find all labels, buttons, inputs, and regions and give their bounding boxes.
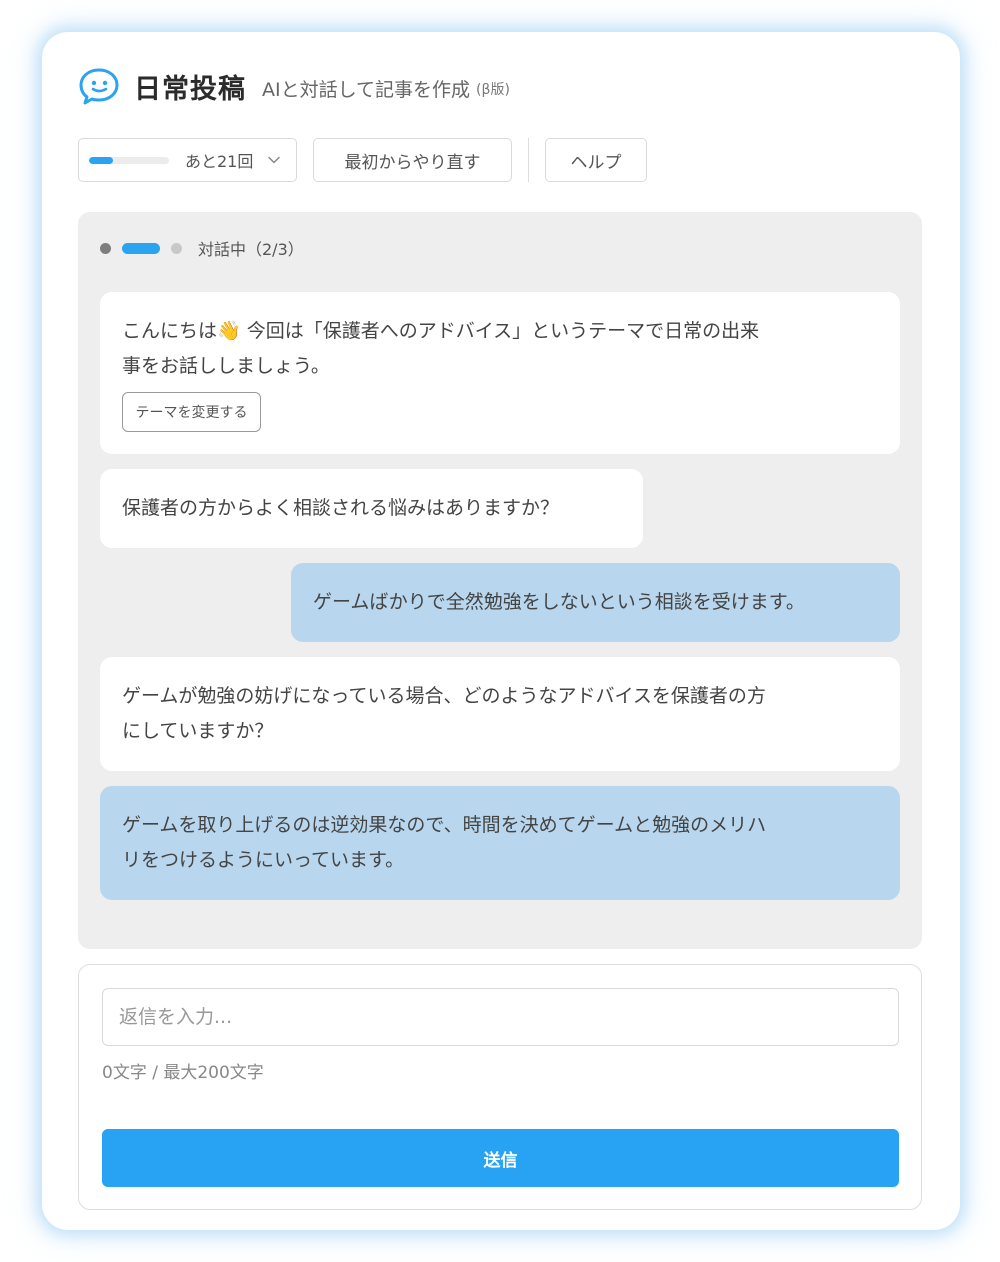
change-theme-button[interactable]: テーマを変更する	[122, 392, 261, 432]
message-line: にしていますか？	[122, 720, 274, 742]
conversation-status: 対話中（2/3）	[100, 236, 304, 260]
compose-panel: 0文字 / 最大200文字 送信	[78, 964, 922, 1210]
reply-input[interactable]	[102, 988, 899, 1046]
ai-message: ゲームが勉強の妨げになっている場合、どのようなアドバイスを保護者の方 にしていま…	[100, 657, 900, 771]
help-button[interactable]: ヘルプ	[545, 138, 647, 182]
chat-bubble-face-icon	[79, 68, 119, 105]
remaining-progress-fill	[89, 156, 113, 164]
remaining-count-dropdown[interactable]: あと21回	[78, 138, 297, 182]
header: 日常投稿 AIと対話して記事を作成 (β版)	[78, 68, 510, 105]
step-dot-active	[122, 242, 160, 254]
message-line: 事をお話ししましょう。	[122, 355, 330, 377]
message-line: リをつけるようにいっています。	[122, 849, 405, 871]
app-card: 日常投稿 AIと対話して記事を作成 (β版) あと21回 最初からやり直す ヘル…	[42, 32, 960, 1230]
message-line: ゲームが勉強の妨げになっている場合、どのようなアドバイスを保護者の方	[122, 685, 766, 707]
step-dot-pending	[171, 242, 182, 254]
remaining-count-label: あと21回	[185, 152, 254, 171]
message-line: こんにちは👋 今回は「保護者へのアドバイス」というテーマで日常の出来	[122, 320, 760, 342]
send-button[interactable]: 送信	[102, 1129, 899, 1187]
message-line: 保護者の方からよく相談される悩みはありますか？	[122, 497, 560, 519]
toolbar-divider	[528, 138, 529, 182]
restart-button[interactable]: 最初からやり直す	[313, 138, 512, 182]
char-count: 0文字 / 最大200文字	[102, 1063, 264, 1083]
user-message: ゲームを取り上げるのは逆効果なので、時間を決めてゲームと勉強のメリハ リをつける…	[100, 786, 900, 900]
toolbar: あと21回 最初からやり直す ヘルプ	[78, 138, 647, 182]
ai-message: こんにちは👋 今回は「保護者へのアドバイス」というテーマで日常の出来 事をお話し…	[100, 292, 900, 454]
step-dot-done	[100, 242, 111, 254]
ai-message: 保護者の方からよく相談される悩みはありますか？	[100, 469, 643, 548]
status-text: 対話中（2/3）	[198, 240, 304, 259]
page-title: 日常投稿	[134, 73, 246, 105]
beta-label: (β版)	[476, 82, 510, 98]
message-line: ゲームを取り上げるのは逆効果なので、時間を決めてゲームと勉強のメリハ	[122, 814, 767, 836]
remaining-progress-bar	[89, 156, 169, 164]
chat-area[interactable]: 対話中（2/3） こんにちは👋 今回は「保護者へのアドバイス」というテーマで日常…	[78, 212, 922, 949]
message-line: ゲームばかりで全然勉強をしないという相談を受けます。	[313, 591, 805, 613]
page-subtitle: AIと対話して記事を作成	[262, 78, 471, 101]
chevron-down-icon	[268, 156, 281, 164]
user-message: ゲームばかりで全然勉強をしないという相談を受けます。	[291, 563, 900, 642]
